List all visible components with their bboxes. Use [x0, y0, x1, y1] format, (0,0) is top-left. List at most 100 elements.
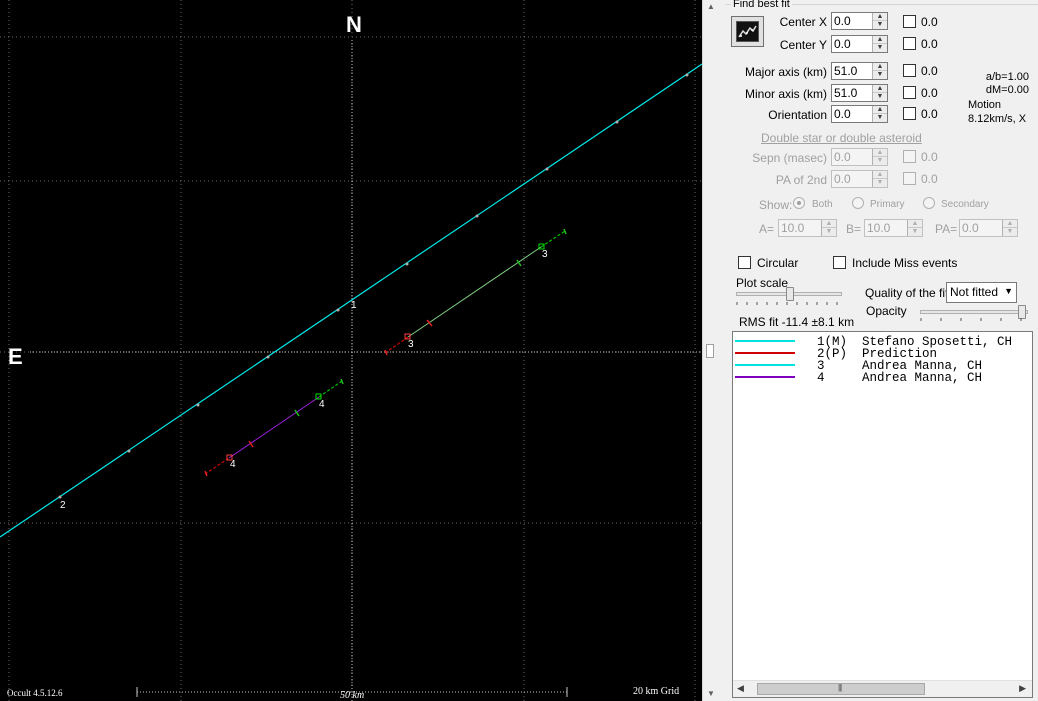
- scale-label: 50 km: [340, 690, 365, 701]
- observer-legend-list[interactable]: 1(M) Stefano Sposetti, CH 2(P) Predictio…: [732, 331, 1033, 698]
- chord-4-miss-start: [204, 457, 230, 475]
- spin-down-icon[interactable]: ▼: [873, 114, 887, 122]
- orientation-checkbox[interactable]: [903, 107, 916, 120]
- pa-value[interactable]: 0.0: [962, 221, 979, 235]
- circular-label: Circular: [757, 256, 799, 270]
- spin-down-icon[interactable]: ▼: [873, 157, 887, 165]
- spin-down-icon[interactable]: ▼: [873, 71, 887, 79]
- pa2nd-value[interactable]: 0.0: [834, 172, 851, 186]
- spin-up-icon[interactable]: ▲: [873, 149, 887, 157]
- spin-down-icon[interactable]: ▼: [822, 228, 836, 236]
- splitter[interactable]: ▲ ▼: [702, 0, 725, 701]
- scrollbar-thumb[interactable]: |||: [757, 683, 925, 695]
- chord-label-3-end: 3: [542, 249, 548, 260]
- opacity-ticks: [920, 318, 1022, 321]
- sepn-value[interactable]: 0.0: [834, 150, 851, 164]
- show-both-radio[interactable]: [793, 197, 805, 209]
- find-best-fit-button[interactable]: [731, 16, 764, 47]
- b-value[interactable]: 10.0: [867, 221, 890, 235]
- a-value[interactable]: 10.0: [781, 221, 804, 235]
- center-x-spinner[interactable]: 0.0 ▲ ▼: [831, 12, 888, 30]
- find-best-fit-label: Find best fit: [731, 0, 792, 10]
- rms-fit-text: RMS fit -11.4 ±8.1 km: [739, 315, 855, 329]
- spin-down-icon[interactable]: ▼: [908, 228, 922, 236]
- scroll-right-icon[interactable]: ▶: [1019, 683, 1026, 694]
- spin-down-icon[interactable]: ▼: [1003, 228, 1017, 236]
- center-x-label: Center X: [779, 15, 827, 29]
- circular-checkbox[interactable]: [738, 256, 751, 269]
- center-y-spinner[interactable]: 0.0 ▲ ▼: [831, 35, 888, 53]
- center-x-checkbox[interactable]: [903, 15, 916, 28]
- opacity-thumb[interactable]: [1018, 305, 1026, 319]
- center-y-label: Center Y: [779, 38, 827, 52]
- plot-scale-label: Plot scale: [736, 276, 789, 290]
- delta-mag-text: dM=0.00: [985, 84, 1029, 96]
- spin-up-icon[interactable]: ▲: [873, 171, 887, 179]
- b-spinner[interactable]: 10.0 ▲ ▼: [864, 219, 923, 237]
- orientation-value[interactable]: 0.0: [834, 107, 851, 121]
- chord-3-line: [407, 246, 542, 338]
- scroll-left-icon[interactable]: ◀: [737, 683, 744, 694]
- chord-tick: [58, 495, 62, 499]
- chord-label-3-start: 3: [408, 339, 414, 350]
- spin-up-icon[interactable]: ▲: [873, 85, 887, 93]
- minor-axis-checkbox[interactable]: [903, 86, 916, 99]
- include-miss-label: Include Miss events: [852, 256, 958, 270]
- splitter-grip[interactable]: [706, 344, 714, 358]
- minor-axis-value[interactable]: 51.0: [834, 86, 857, 100]
- chord-tick: [127, 449, 131, 453]
- spin-up-icon[interactable]: ▲: [873, 63, 887, 71]
- legend-horizontal-scrollbar[interactable]: ◀ ||| ▶: [733, 680, 1032, 697]
- orientation-spinner[interactable]: 0.0 ▲ ▼: [831, 105, 888, 123]
- sepn-checkbox[interactable]: [903, 150, 916, 163]
- a-spinner[interactable]: 10.0 ▲ ▼: [778, 219, 837, 237]
- chord-tick: [196, 403, 200, 407]
- pa2nd-spinner[interactable]: 0.0 ▲ ▼: [831, 170, 888, 188]
- spin-up-icon[interactable]: ▲: [873, 106, 887, 114]
- center-x-value[interactable]: 0.0: [834, 14, 851, 28]
- show-primary-radio[interactable]: [852, 197, 864, 209]
- center-y-checkbox[interactable]: [903, 37, 916, 50]
- chord-3-miss-end: [540, 230, 566, 248]
- opacity-track[interactable]: [920, 310, 1028, 314]
- spin-up-icon[interactable]: ▲: [822, 220, 836, 228]
- spin-down-icon[interactable]: ▼: [873, 179, 887, 187]
- pa-spinner[interactable]: 0.0 ▲ ▼: [959, 219, 1018, 237]
- spin-down-icon[interactable]: ▼: [873, 44, 887, 52]
- minor-axis-spinner[interactable]: 51.0 ▲ ▼: [831, 84, 888, 102]
- a-label: A=: [759, 222, 775, 236]
- sepn-label: Sepn (masec): [752, 151, 827, 165]
- spin-up-icon[interactable]: ▲: [873, 36, 887, 44]
- include-miss-checkbox[interactable]: [833, 256, 846, 269]
- show-label: Show:: [759, 198, 793, 212]
- scroll-down-icon[interactable]: ▼: [707, 689, 715, 698]
- pa2nd-checkbox[interactable]: [903, 172, 916, 185]
- legend-color-swatch: [735, 364, 795, 366]
- chevron-down-icon[interactable]: ▼: [1004, 286, 1013, 296]
- double-star-link[interactable]: Double star or double asteroid: [761, 131, 922, 145]
- grid-size-label: 20 km Grid: [633, 686, 680, 697]
- spin-down-icon[interactable]: ▼: [873, 21, 887, 29]
- sepn-spinner[interactable]: 0.0 ▲ ▼: [831, 148, 888, 166]
- spin-up-icon[interactable]: ▲: [908, 220, 922, 228]
- show-secondary-radio[interactable]: [923, 197, 935, 209]
- show-both-label: Both: [812, 199, 833, 210]
- spin-up-icon[interactable]: ▲: [873, 13, 887, 21]
- chord-4-miss-end: [318, 380, 343, 398]
- quality-dropdown[interactable]: Not fitted ▼: [946, 282, 1017, 303]
- legend-row[interactable]: 4 Andrea Manna, CH: [733, 371, 1032, 385]
- occultation-plot[interactable]: N E 1 2 3 3 4 4 Occult 4.5.12.6 50 km 20…: [0, 0, 702, 701]
- major-axis-check-value: 0.0: [921, 64, 938, 78]
- spin-down-icon[interactable]: ▼: [873, 93, 887, 101]
- major-axis-checkbox[interactable]: [903, 64, 916, 77]
- sepn-check-value: 0.0: [921, 150, 938, 164]
- scroll-up-icon[interactable]: ▲: [707, 2, 715, 11]
- center-y-check-value: 0.0: [921, 37, 938, 51]
- legend-color-swatch: [735, 352, 795, 354]
- plot-scale-thumb[interactable]: [786, 287, 794, 301]
- center-y-value[interactable]: 0.0: [834, 37, 851, 51]
- major-axis-value[interactable]: 51.0: [834, 64, 857, 78]
- legend-color-swatch: [735, 376, 795, 378]
- major-axis-spinner[interactable]: 51.0 ▲ ▼: [831, 62, 888, 80]
- spin-up-icon[interactable]: ▲: [1003, 220, 1017, 228]
